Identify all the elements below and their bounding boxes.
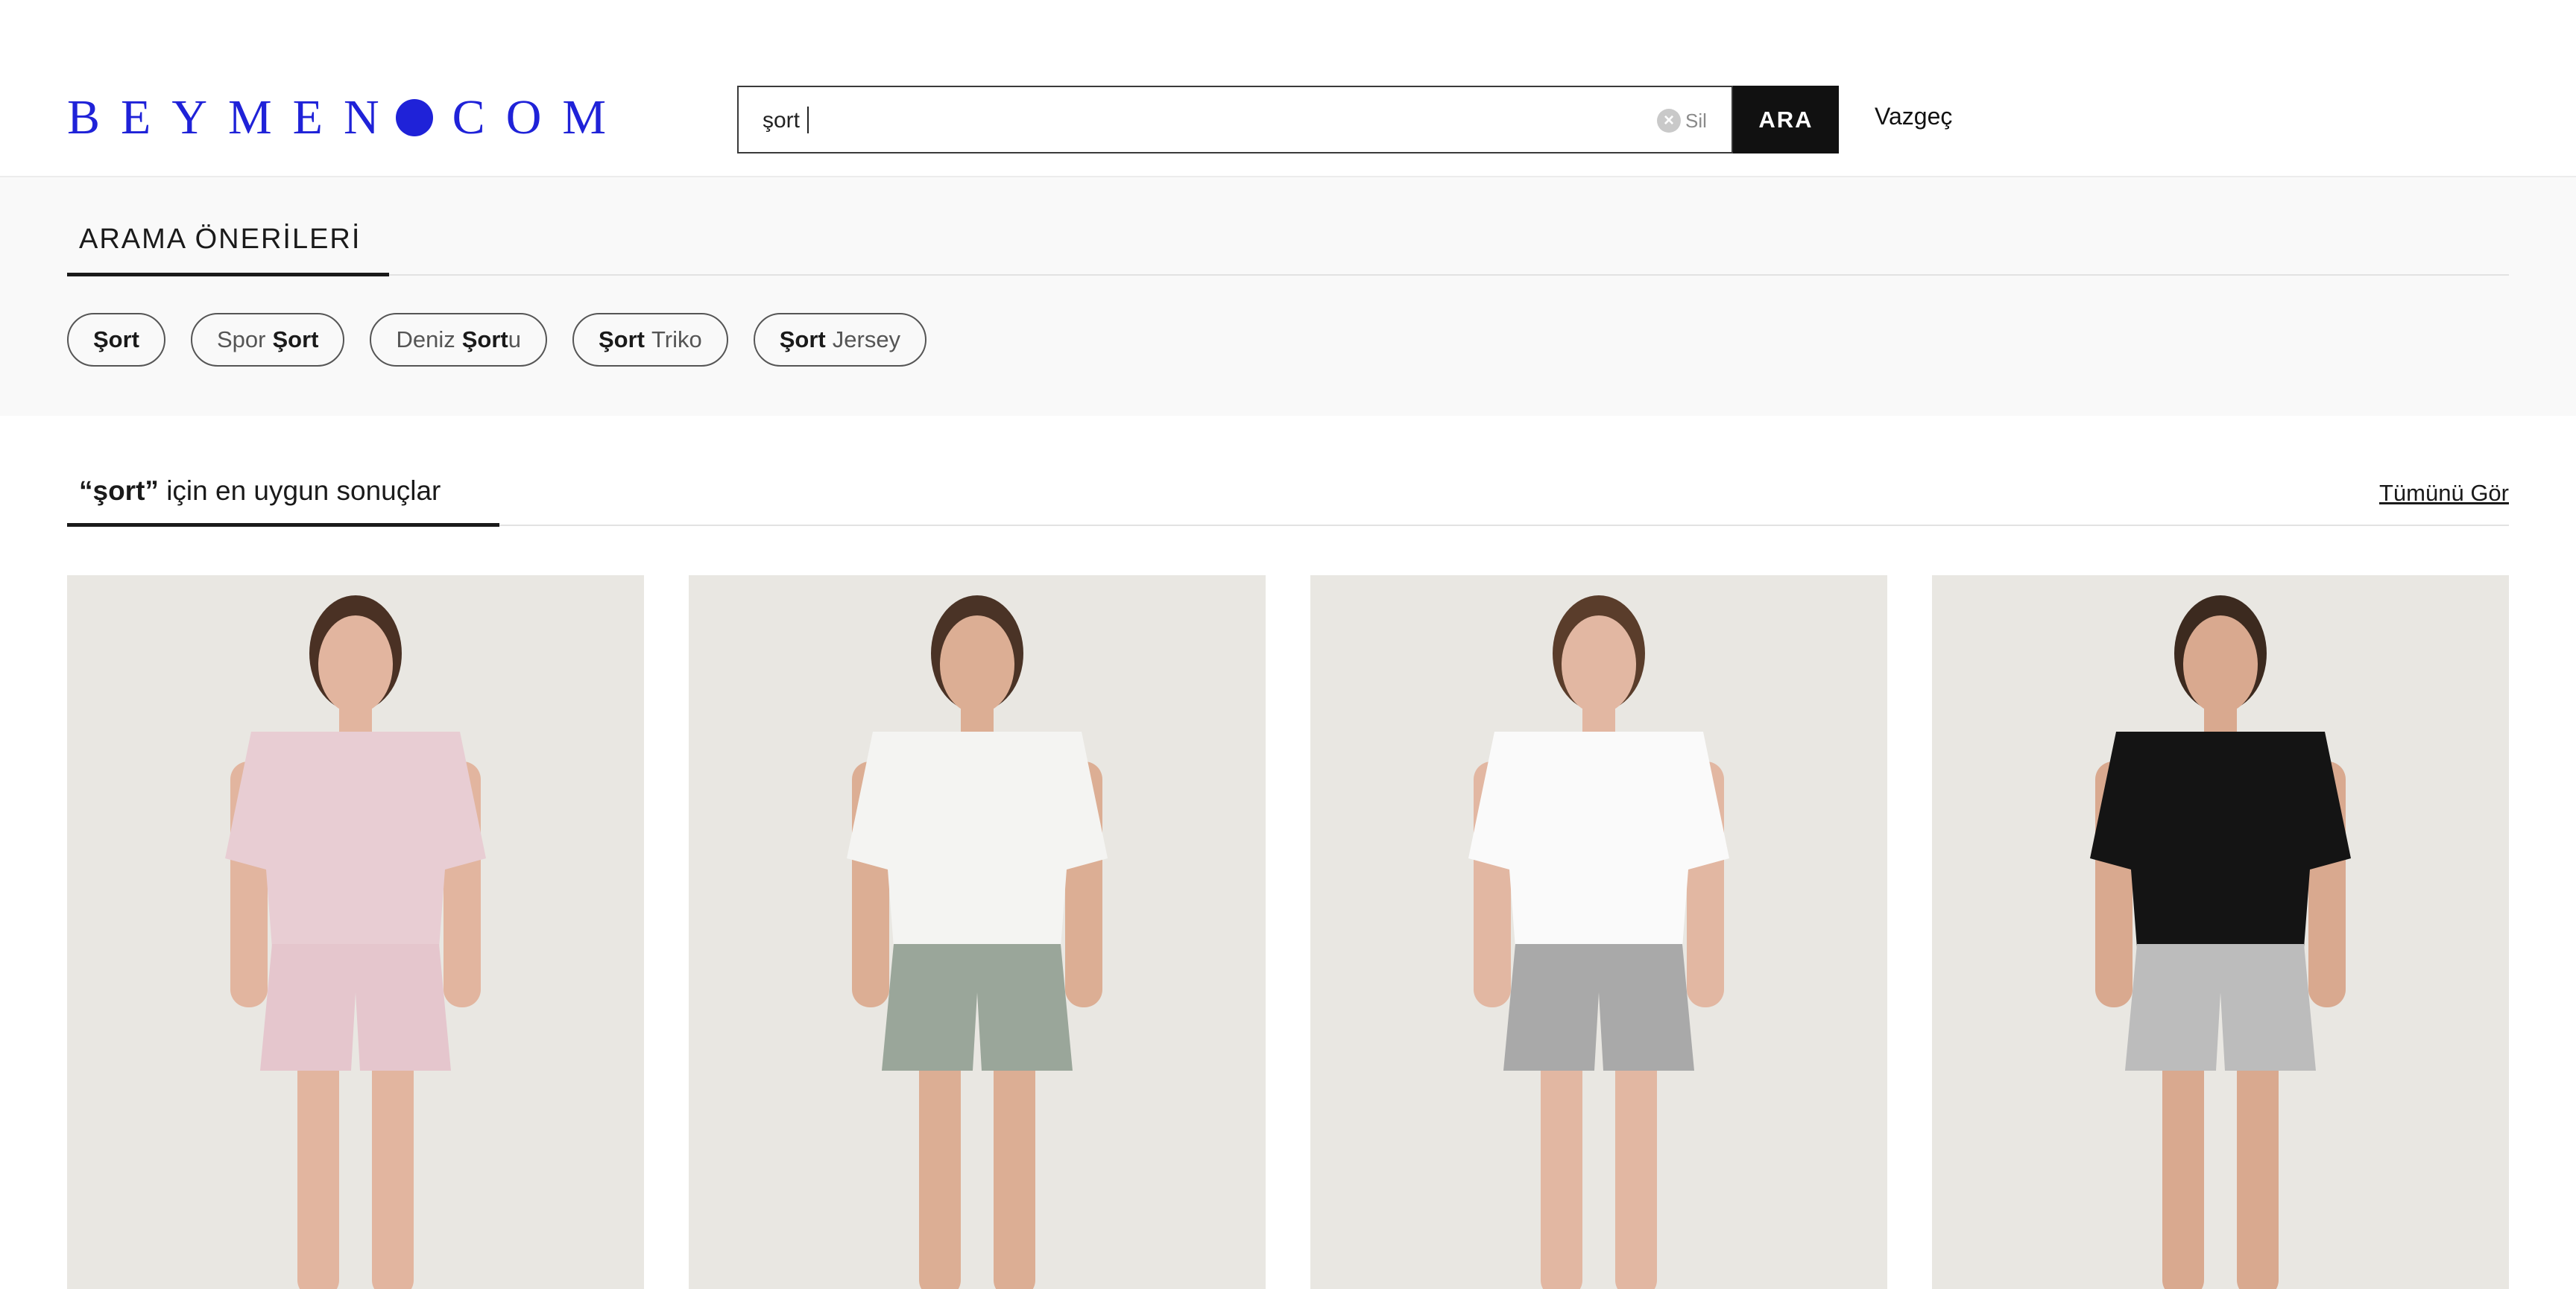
chip-text: Triko [651, 326, 702, 352]
model-leg [2162, 1052, 2204, 1289]
model-leg [372, 1052, 414, 1289]
shorts-garment [2125, 944, 2316, 1071]
chip-text: Spor [217, 326, 266, 352]
results-title-text: için en uygun sonuçlar [166, 475, 441, 506]
suggestion-chip-deniz-sortu[interactable]: Deniz Şort u [370, 313, 547, 367]
logo-text-left: BEYMEN [67, 90, 400, 145]
shorts-garment [1503, 944, 1694, 1071]
product-image [847, 595, 1108, 1289]
see-all-link[interactable]: Tümünü Gör [2379, 480, 2509, 507]
suggestion-chip-spor-sort[interactable]: Spor Şort [191, 313, 345, 367]
suggestion-chips: Şort Spor Şort Deniz Şort u Şort Triko Ş… [67, 313, 927, 367]
site-header: BEYMEN COM × Sil ARA Vazgeç [0, 0, 2576, 177]
beymen-logo[interactable]: BEYMEN COM [67, 88, 627, 148]
model-leg [1615, 1052, 1657, 1289]
model-leg [2237, 1052, 2279, 1289]
cancel-link[interactable]: Vazgeç [1875, 103, 1952, 130]
chip-bold-text: Şort [461, 326, 508, 352]
suggestions-title-underline [67, 273, 389, 276]
shorts-garment [260, 944, 451, 1071]
suggestion-chip-sort-jersey[interactable]: Şort Jersey [753, 313, 927, 367]
clear-label: Sil [1685, 109, 1707, 132]
model-face [1562, 615, 1636, 714]
logo-text-right: COM [452, 90, 628, 145]
chip-bold-text: Şort [272, 326, 319, 352]
results-query: “şort” [79, 475, 159, 506]
chip-text: Deniz [396, 326, 455, 352]
suggestions-title: ARAMA ÖNERİLERİ [79, 224, 362, 255]
clear-icon: × [1657, 109, 1681, 133]
product-grid [67, 575, 2509, 1289]
results-title: “şort” için en uygun sonuçlar [79, 475, 441, 507]
product-card[interactable] [1310, 575, 1887, 1289]
clear-search-button[interactable]: × Sil [1657, 108, 1707, 133]
search-input[interactable] [761, 87, 1621, 153]
chip-bold-text: Şort [779, 326, 826, 352]
model-leg [1541, 1052, 1582, 1289]
text-caret [807, 107, 809, 133]
chip-text-suffix: u [508, 326, 521, 352]
search-suggestions-panel: ARAMA ÖNERİLERİ Şort Spor Şort Deniz Şor… [0, 177, 2576, 416]
model-leg [994, 1052, 1035, 1289]
search-button[interactable]: ARA [1733, 86, 1839, 153]
model-face [2183, 615, 2258, 714]
product-card[interactable] [689, 575, 1266, 1289]
logo-dot-icon [395, 99, 433, 136]
product-image [2090, 595, 2351, 1289]
suggestion-chip-sort-triko[interactable]: Şort Triko [572, 313, 728, 367]
search-box: × Sil [737, 86, 1733, 153]
chip-bold-text: Şort [93, 326, 139, 352]
chip-bold-text: Şort [599, 326, 645, 352]
model-leg [919, 1052, 961, 1289]
shorts-garment [882, 944, 1073, 1071]
results-header: “şort” için en uygun sonuçlar Tümünü Gör [0, 416, 2576, 528]
product-card[interactable] [67, 575, 644, 1289]
product-image [225, 595, 486, 1289]
model-face [940, 615, 1014, 714]
suggestions-divider [67, 274, 2509, 276]
product-card[interactable] [1932, 575, 2509, 1289]
results-title-underline [67, 523, 499, 527]
model-leg [297, 1052, 339, 1289]
product-image [1468, 595, 1729, 1289]
chip-text: Jersey [832, 326, 901, 352]
model-face [318, 615, 393, 714]
suggestion-chip-sort[interactable]: Şort [67, 313, 165, 367]
